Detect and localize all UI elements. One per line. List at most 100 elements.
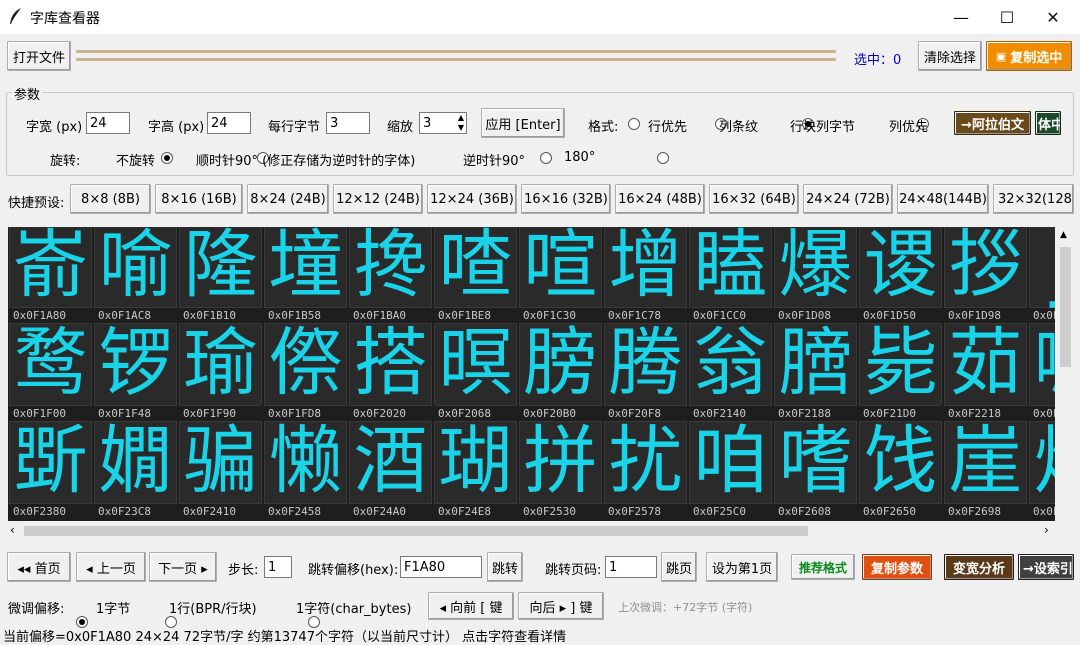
glyph-cell[interactable]: 噘0x0F xyxy=(1029,320,1055,420)
clear-selection-button[interactable]: 清除选择 xyxy=(918,41,982,71)
apply-button[interactable]: 应用 [Enter] xyxy=(481,108,565,138)
prev-page-button[interactable]: ◂ 上一页 xyxy=(76,552,146,582)
step-input[interactable]: 1 xyxy=(264,556,292,578)
zoom-spinbox[interactable]: 3 ▲ ▼ xyxy=(419,112,467,134)
preset-button[interactable]: 32×32(128B xyxy=(993,184,1074,214)
preset-button[interactable]: 16×16 (32B) xyxy=(521,184,611,214)
jump-page-button[interactable]: 跳页 xyxy=(661,552,697,582)
glyph-cell[interactable]: 瑜 0x0F1F90 xyxy=(179,320,262,420)
fine-forward-button[interactable]: ◂ 向前 [ 键 xyxy=(428,592,514,620)
spin-arrows-icon[interactable]: ▲ ▼ xyxy=(458,113,464,133)
glyph-char: 瞌 xyxy=(693,227,768,308)
glyph-cell[interactable]: 搭 0x0F2020 xyxy=(349,320,432,420)
glyph-cell[interactable]: 隆 0x0F1B10 xyxy=(179,227,262,322)
fine-backward-button[interactable]: 向后 ▸ ] 键 xyxy=(518,592,604,620)
minimize-button[interactable]: — xyxy=(938,0,984,34)
width-input[interactable]: 24 xyxy=(86,112,130,134)
preset-button[interactable]: 24×24 (72B) xyxy=(803,184,893,214)
glyph-cell[interactable]: ڒ0x0F1 xyxy=(1029,227,1055,322)
glyph-cell[interactable]: 锣 0x0F1F48 xyxy=(94,320,177,420)
glyph-char: 暝 xyxy=(438,320,513,406)
preset-button[interactable]: 12×24 (36B) xyxy=(427,184,517,214)
set-index-button[interactable]: →设索引 xyxy=(1018,554,1074,580)
horizontal-scrollbar[interactable]: ‹ › xyxy=(8,522,1074,539)
recommend-format-button[interactable]: 推荐格式 xyxy=(791,554,855,580)
glyph-cell[interactable]: 喻 0x0F1AC8 xyxy=(94,227,177,322)
bpr-input[interactable]: 3 xyxy=(326,112,370,134)
jump-hex-input[interactable]: F1A80 xyxy=(400,556,482,578)
glyph-cell[interactable]: 崖 0x0F2698 xyxy=(944,418,1027,518)
scroll-up-icon[interactable]: ▲ xyxy=(1060,230,1067,240)
glyph-char: 瑜 xyxy=(183,320,258,406)
close-button[interactable]: ✕ xyxy=(1030,0,1076,34)
glyph-cell[interactable]: 瞌 0x0F1CC0 xyxy=(689,227,772,322)
preset-button[interactable]: 16×24 (48B) xyxy=(615,184,705,214)
glyph-cell[interactable]: 骗 0x0F2410 xyxy=(179,418,262,518)
glyph-cell[interactable]: 酒 0x0F24A0 xyxy=(349,418,432,518)
copy-params-button[interactable]: 复制参数 xyxy=(862,554,932,580)
glyph-bitmap: 喳 xyxy=(434,227,517,308)
width-analysis-button[interactable]: 变宽分析 xyxy=(944,554,1014,580)
preset-button[interactable]: 8×24 (24B) xyxy=(247,184,329,214)
glyph-cell[interactable]: 暝 0x0F2068 xyxy=(434,320,517,420)
glyph-cell[interactable]: 膪 0x0F2188 xyxy=(774,320,857,420)
rotate-radio-180[interactable] xyxy=(656,152,669,164)
preset-button[interactable]: 12×12 (24B) xyxy=(333,184,423,214)
clipped-font-button[interactable]: ]体中 xyxy=(1035,111,1061,135)
glyph-cell[interactable]: 毙 0x0F21D0 xyxy=(859,320,942,420)
first-page-button[interactable]: ◂◂ 首页 xyxy=(7,552,71,582)
glyph-char: 腾 xyxy=(608,320,683,406)
glyph-cell[interactable]: 嗜 0x0F2608 xyxy=(774,418,857,518)
glyph-cell[interactable]: 谡 0x0F1D50 xyxy=(859,227,942,322)
jump-page-input[interactable]: 1 xyxy=(605,556,657,578)
glyph-cell[interactable]: 饯 0x0F2650 xyxy=(859,418,942,518)
glyph-cell[interactable]: 嫺 0x0F23C8 xyxy=(94,418,177,518)
glyph-cell[interactable]: 瑚 0x0F24E8 xyxy=(434,418,517,518)
scroll-right-icon[interactable]: › xyxy=(1044,523,1049,537)
rotate-radio-ccw90[interactable] xyxy=(539,152,552,164)
horizontal-scroll-thumb[interactable] xyxy=(24,526,808,536)
glyph-cell[interactable]: 嵛 0x0F1A80 xyxy=(9,227,92,322)
maximize-button[interactable]: ☐ xyxy=(984,0,1030,34)
presets-label: 快捷预设: xyxy=(8,196,65,211)
glyph-cell[interactable]: 喳 0x0F1BE8 xyxy=(434,227,517,322)
glyph-cell[interactable]: 鹜 0x0F1F00 xyxy=(9,320,92,420)
glyph-cell[interactable]: 喧 0x0F1C30 xyxy=(519,227,602,322)
copy-icon: ▣ xyxy=(995,49,1007,63)
glyph-cell[interactable]: 翁 0x0F2140 xyxy=(689,320,772,420)
glyph-cell[interactable]: 懒 0x0F2458 xyxy=(264,418,347,518)
glyph-cell[interactable]: 拼 0x0F2530 xyxy=(519,418,602,518)
glyph-cell[interactable]: 斲 0x0F2380 xyxy=(9,418,92,518)
preset-button[interactable]: 8×8 (8B) xyxy=(70,184,151,214)
glyph-cell[interactable]: 搀 0x0F1BA0 xyxy=(349,227,432,322)
jump-button[interactable]: 跳转 xyxy=(487,552,523,582)
glyph-cell[interactable]: 增 0x0F1C78 xyxy=(604,227,687,322)
glyph-cell[interactable]: 腾 0x0F20F8 xyxy=(604,320,687,420)
preset-button[interactable]: 24×48(144B) xyxy=(897,184,989,214)
scroll-left-icon[interactable]: ‹ xyxy=(10,523,15,537)
glyph-grid[interactable]: 嵛 0x0F1A80 喻 0x0F1AC8 隆 0x0F1B10 墥 0x0F1B58 搀 0x0… xyxy=(8,227,1055,521)
glyph-cell[interactable]: 墥 0x0F1B58 xyxy=(264,227,347,322)
rotate-radio-none[interactable] xyxy=(160,152,173,164)
glyph-cell[interactable]: 扰 0x0F2578 xyxy=(604,418,687,518)
format-radio-row[interactable] xyxy=(628,118,640,130)
glyph-cell[interactable]: 咱 0x0F25C0 xyxy=(689,418,772,518)
copy-selection-button[interactable]: ▣ 复制选中 xyxy=(986,41,1072,71)
vertical-scrollbar[interactable]: ▲ xyxy=(1057,227,1074,521)
vertical-scroll-thumb[interactable] xyxy=(1060,247,1071,367)
next-page-button[interactable]: 下一页 ▸ xyxy=(149,552,217,582)
set-first-page-button[interactable]: 设为第1页 xyxy=(706,552,778,582)
glyph-cell[interactable]: 拶 0x0F1D98 xyxy=(944,227,1027,322)
glyph-cell[interactable]: 炮0x0F xyxy=(1029,418,1055,518)
glyph-char: 嫺 xyxy=(98,418,173,504)
height-input[interactable]: 24 xyxy=(207,112,251,134)
glyph-cell[interactable]: 爆 0x0F1D08 xyxy=(774,227,857,322)
open-file-button[interactable]: 打开文件 xyxy=(7,41,71,71)
preset-button[interactable]: 16×32 (64B) xyxy=(709,184,799,214)
glyph-char: 瑚 xyxy=(438,418,513,504)
preset-button[interactable]: 8×16 (16B) xyxy=(155,184,243,214)
glyph-cell[interactable]: 傺 0x0F1FD8 xyxy=(264,320,347,420)
arabic-button[interactable]: →阿拉伯文 xyxy=(954,111,1031,135)
glyph-cell[interactable]: 膀 0x0F20B0 xyxy=(519,320,602,420)
glyph-cell[interactable]: 茹 0x0F2218 xyxy=(944,320,1027,420)
